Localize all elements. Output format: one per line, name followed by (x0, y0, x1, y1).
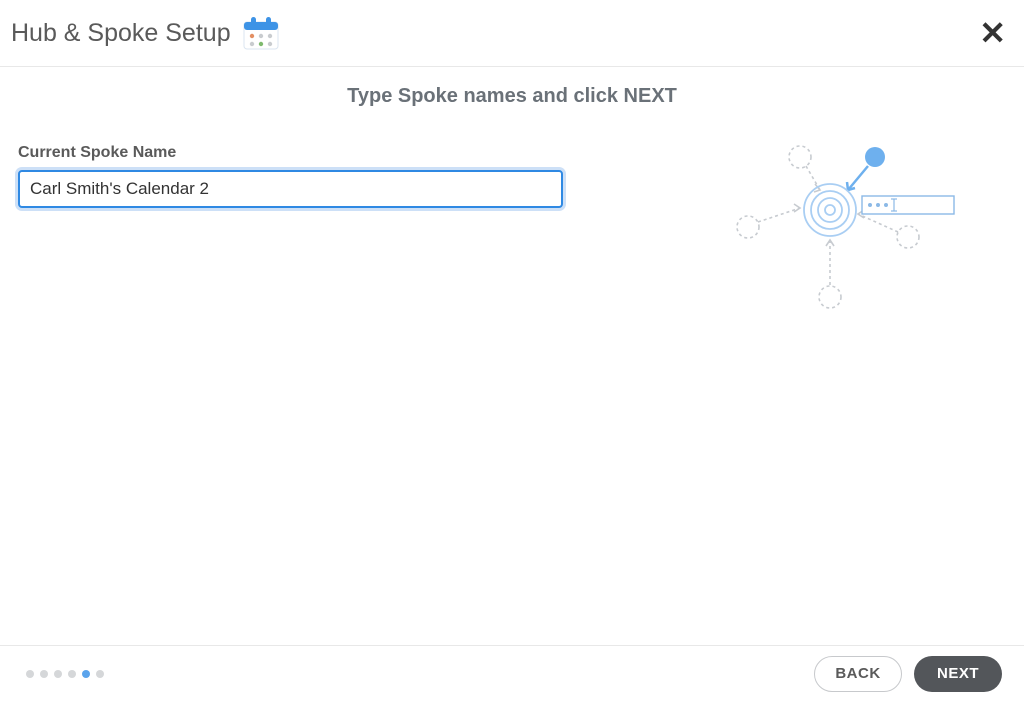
current-spoke-input[interactable] (18, 170, 563, 208)
page-title: Hub & Spoke Setup (11, 19, 231, 48)
calendar-icon (241, 14, 281, 52)
step-indicator (26, 670, 104, 678)
step-dot (68, 670, 76, 678)
step-dot (26, 670, 34, 678)
modal-header: Hub & Spoke Setup ✕ (0, 0, 1024, 67)
footer-buttons: BACK NEXT (814, 656, 1002, 692)
instruction-text: Type Spoke names and click NEXT (0, 85, 1024, 108)
back-button[interactable]: BACK (814, 656, 902, 692)
close-icon[interactable]: ✕ (979, 17, 1006, 49)
content-area: Current Spoke Name (0, 108, 1024, 317)
illustration-column (603, 132, 1006, 317)
hub-spoke-illustration-icon (730, 132, 960, 317)
header-left: Hub & Spoke Setup (11, 14, 281, 52)
current-spoke-label: Current Spoke Name (18, 144, 563, 162)
step-dot (40, 670, 48, 678)
step-dot-active (82, 670, 90, 678)
modal-footer: BACK NEXT (0, 645, 1024, 701)
form-column: Current Spoke Name (18, 144, 563, 208)
step-dot (96, 670, 104, 678)
next-button[interactable]: NEXT (914, 656, 1002, 692)
step-dot (54, 670, 62, 678)
